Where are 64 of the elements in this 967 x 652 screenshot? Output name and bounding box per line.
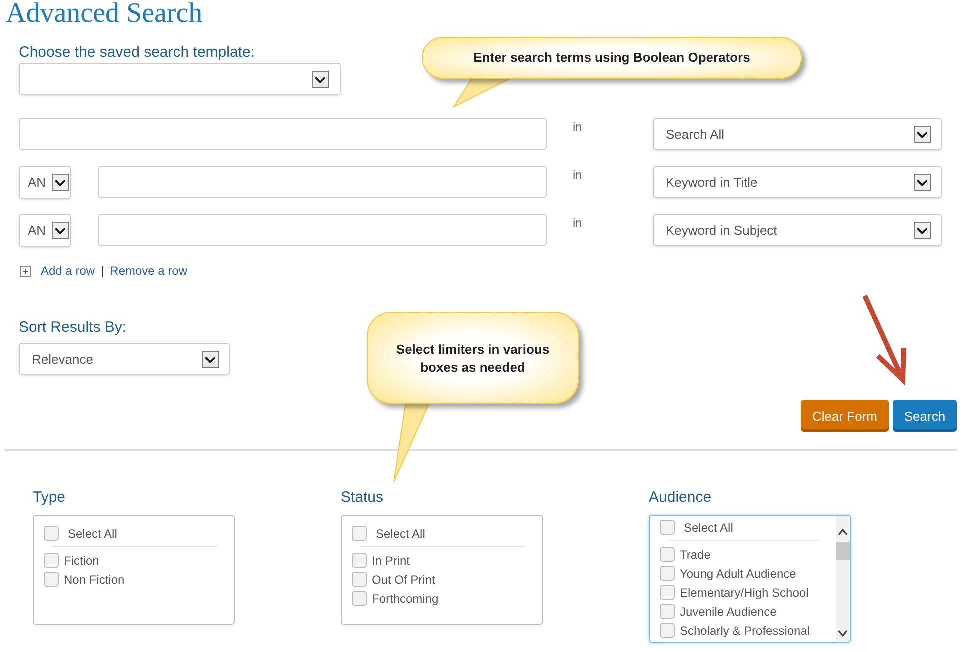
search-button[interactable]: Search	[893, 400, 957, 432]
checkbox-label: Young Adult Audience	[680, 566, 796, 580]
search-field-dropdown[interactable]: Keyword in Title	[653, 166, 942, 198]
checkbox-label: Fiction	[64, 554, 100, 568]
search-field-dropdown[interactable]: Search All	[653, 118, 942, 150]
checkbox-label: Select All	[68, 526, 118, 540]
caret-icon	[202, 350, 219, 368]
caret-icon	[52, 222, 69, 239]
sort-dropdown[interactable]: Relevance	[19, 343, 230, 375]
checkbox-label: Select All	[376, 526, 426, 540]
page-title: Advanced Search	[5, 0, 204, 30]
scrollbar-thumb[interactable]	[836, 542, 850, 560]
operator-dropdown[interactable]: AN	[19, 166, 71, 199]
checkbox[interactable]	[660, 604, 675, 619]
callout-text: Enter search terms using Boolean Operators	[472, 49, 752, 67]
search-term-field[interactable]	[19, 118, 547, 150]
sort-label: Sort Results By:	[19, 319, 127, 337]
checkbox[interactable]	[352, 553, 367, 568]
add-row-link[interactable]: Add a row	[41, 264, 96, 278]
checkbox-label: In Print	[372, 554, 410, 568]
checkbox[interactable]	[352, 591, 367, 606]
checkbox[interactable]	[660, 623, 675, 638]
checkbox[interactable]	[352, 572, 367, 587]
search-term-field[interactable]	[98, 166, 547, 198]
caret-icon	[312, 70, 329, 88]
checkbox-label: Trade	[680, 548, 711, 562]
checkbox[interactable]	[44, 526, 59, 541]
arrow-icon	[862, 294, 908, 386]
checkbox[interactable]	[660, 566, 675, 581]
callout-text: Select limiters in various boxes as needed	[395, 341, 551, 377]
caret-icon	[52, 174, 69, 191]
checkbox-label: Scholarly & Professional	[680, 624, 810, 638]
remove-row-link[interactable]: Remove a row	[110, 264, 188, 278]
checkbox-label: Juvenile Audience	[680, 604, 777, 618]
checkbox-label: Forthcoming	[372, 592, 439, 606]
template-label: Choose the saved search template:	[19, 44, 255, 62]
checkbox[interactable]	[660, 520, 675, 535]
checkbox-label: Select All	[684, 520, 734, 534]
facet-heading: Audience	[649, 489, 713, 507]
caret-icon	[914, 174, 931, 190]
checkbox-label: Non Fiction	[64, 572, 125, 586]
checkbox-label: Out Of Print	[372, 572, 436, 586]
link-separator: |	[101, 264, 104, 278]
checkbox[interactable]	[352, 526, 367, 541]
checkbox[interactable]	[44, 553, 59, 568]
in-label: in	[573, 120, 584, 134]
plus-box-icon[interactable]	[20, 266, 31, 276]
caret-icon	[914, 126, 931, 142]
operator-dropdown[interactable]: AN	[19, 214, 71, 247]
checkbox[interactable]	[660, 585, 675, 600]
template-dropdown[interactable]	[19, 63, 341, 95]
in-label: in	[573, 168, 584, 182]
scrollbar[interactable]	[836, 516, 850, 642]
search-field-dropdown[interactable]: Keyword in Subject	[653, 214, 942, 246]
in-label: in	[573, 216, 584, 230]
caret-icon	[914, 222, 931, 238]
search-term-field[interactable]	[98, 214, 547, 246]
checkbox[interactable]	[660, 547, 675, 562]
checkbox-label: Elementary/High School	[680, 586, 809, 600]
facet-heading: Status	[341, 489, 385, 507]
facet-heading: Type	[33, 489, 67, 507]
checkbox[interactable]	[44, 572, 59, 587]
scroll-down-icon[interactable]	[838, 630, 848, 638]
scroll-up-icon[interactable]	[838, 528, 848, 536]
